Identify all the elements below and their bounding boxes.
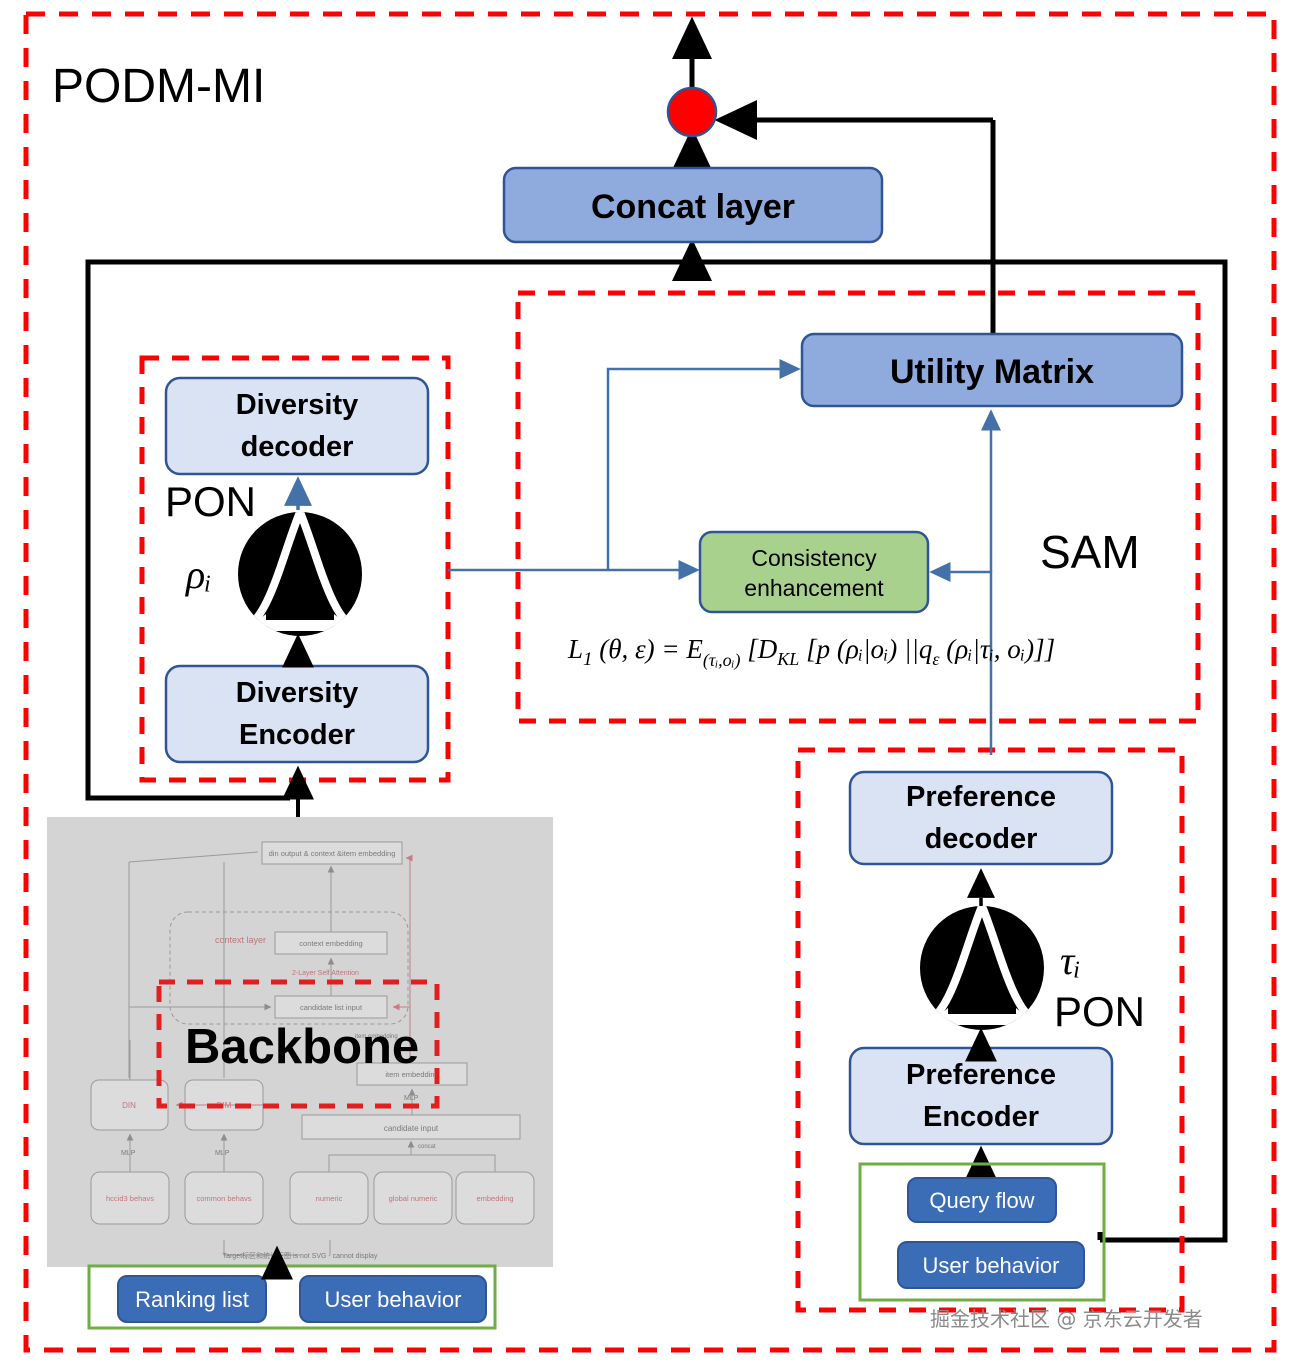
formula-E-sub: (τᵢ,oᵢ) <box>703 650 741 671</box>
backbone-mlp3-label: MLP <box>404 1095 419 1102</box>
pon-label-left: PON <box>165 478 256 525</box>
user-behavior-right-box[interactable]: User behavior <box>897 1241 1085 1289</box>
backbone-candidate-input-label: candidate input <box>384 1124 439 1133</box>
backbone-footer-label: Target标区和统计下图 is not SVG - cannot displa… <box>223 1251 378 1260</box>
backbone-embedding-label: embedding <box>476 1194 513 1203</box>
consistency-enhancement-label-1: Consistency <box>751 545 877 571</box>
preference-encoder-label-1: Preference <box>906 1059 1056 1091</box>
formula-p: p <box>815 634 831 664</box>
sam-label: SAM <box>1040 526 1140 578</box>
pon-symbol-left <box>238 512 362 636</box>
diversity-encoder-label-1: Diversity <box>236 677 359 709</box>
backbone-context-layer-label: context layer <box>215 935 266 945</box>
tau-symbol-right: τᵢ <box>1060 938 1081 983</box>
formula-L: L <box>567 634 583 664</box>
svg-text:L1 (θ, ε) = E(τᵢ,oᵢ) [DKL [p (: L1 (θ, ε) = E(τᵢ,oᵢ) [DKL [p (ρᵢ|oᵢ) ||q… <box>567 634 1055 671</box>
rho-symbol-left: ρᵢ <box>184 552 212 597</box>
utility-matrix-label: Utility Matrix <box>890 353 1094 391</box>
formula-p-args: (ρᵢ|oᵢ) <box>830 634 904 664</box>
diversity-encoder-label-2: Encoder <box>239 719 355 751</box>
backbone-concat-tiny-label: concat <box>418 1144 436 1150</box>
backbone-global-numeric-label: global numeric <box>389 1194 438 1203</box>
formula-D: D <box>757 634 778 664</box>
formula-L-sub: 1 <box>583 649 593 670</box>
ranking-list-box[interactable]: Ranking list <box>117 1275 267 1323</box>
diagram-canvas: SAM Concat layer Utility Matrix Consiste… <box>0 0 1296 1364</box>
kl-loss-formula: L1 (θ, ε) = E(τᵢ,oᵢ) [DKL [p (ρᵢ|oᵢ) ||q… <box>567 634 1055 671</box>
preference-decoder-box[interactable]: Preference decoder <box>848 770 1114 866</box>
ranking-list-label: Ranking list <box>135 1287 249 1312</box>
user-behavior-left-label: User behavior <box>325 1287 462 1312</box>
formula-norm: || <box>904 634 919 664</box>
architecture-diagram: SAM Concat layer Utility Matrix Consiste… <box>23 11 1277 1353</box>
backbone-self-attention-label: 2-Layer Self Attention <box>292 970 359 977</box>
backbone-din-label: DIN <box>122 1101 136 1110</box>
merge-node-red-dot <box>666 86 718 138</box>
preference-encoder-label-2: Encoder <box>923 1101 1039 1133</box>
preference-encoder-box[interactable]: Preference Encoder <box>848 1046 1114 1146</box>
formula-E: E <box>685 634 703 664</box>
backbone-candidate-list-input-label: candidate list input <box>300 1003 363 1012</box>
backbone-numeric-label: numeric <box>316 1194 343 1203</box>
consistency-enhancement-label-2: enhancement <box>744 575 884 601</box>
diversity-decoder-label-1: Diversity <box>236 389 359 421</box>
backbone-common-behavs-label: common behavs <box>196 1194 251 1203</box>
formula-D-sub: KL <box>776 649 799 669</box>
backbone-hccid3-behavs-label: hccid3 behavs <box>106 1194 154 1203</box>
diversity-encoder-box[interactable]: Diversity Encoder <box>164 664 430 764</box>
concat-layer-box[interactable]: Concat layer <box>502 166 884 244</box>
backbone-mlp1-label: MLP <box>121 1150 136 1157</box>
backbone-context-embedding-label: context embedding <box>299 939 362 948</box>
backbone-din-output-label: din output & context &item embedding <box>269 849 396 858</box>
diversity-decoder-box[interactable]: Diversity decoder <box>164 376 430 476</box>
user-behavior-left-box[interactable]: User behavior <box>299 1275 487 1323</box>
formula-bracket2: [ <box>799 634 818 664</box>
backbone-label: Backbone <box>185 1020 419 1074</box>
formula-q-args: (ρᵢ|τᵢ, oᵢ) <box>939 634 1034 664</box>
formula-q: q <box>919 634 933 664</box>
concat-layer-label: Concat layer <box>591 188 795 226</box>
formula-close: ]] <box>1033 634 1055 664</box>
consistency-enhancement-box[interactable]: Consistency enhancement <box>698 530 930 614</box>
formula-bracket1: [ <box>741 634 760 664</box>
query-flow-box[interactable]: Query flow <box>907 1177 1057 1223</box>
formula-args: (θ, ε) = <box>593 634 687 664</box>
utility-matrix-box[interactable]: Utility Matrix <box>800 332 1184 408</box>
pon-symbol-right <box>920 906 1044 1030</box>
page-title: PODM-MI <box>52 60 265 113</box>
query-flow-label: Query flow <box>929 1188 1034 1213</box>
preference-decoder-label-2: decoder <box>925 823 1038 855</box>
backbone-mlp2-label: MLP <box>215 1150 230 1157</box>
pon-label-right: PON <box>1054 988 1145 1035</box>
user-behavior-right-label: User behavior <box>923 1253 1060 1278</box>
watermark: 掘金技术社区 @ 京东云开发者 <box>930 1307 1203 1331</box>
diversity-decoder-label-2: decoder <box>241 431 354 463</box>
preference-decoder-label-1: Preference <box>906 781 1056 813</box>
